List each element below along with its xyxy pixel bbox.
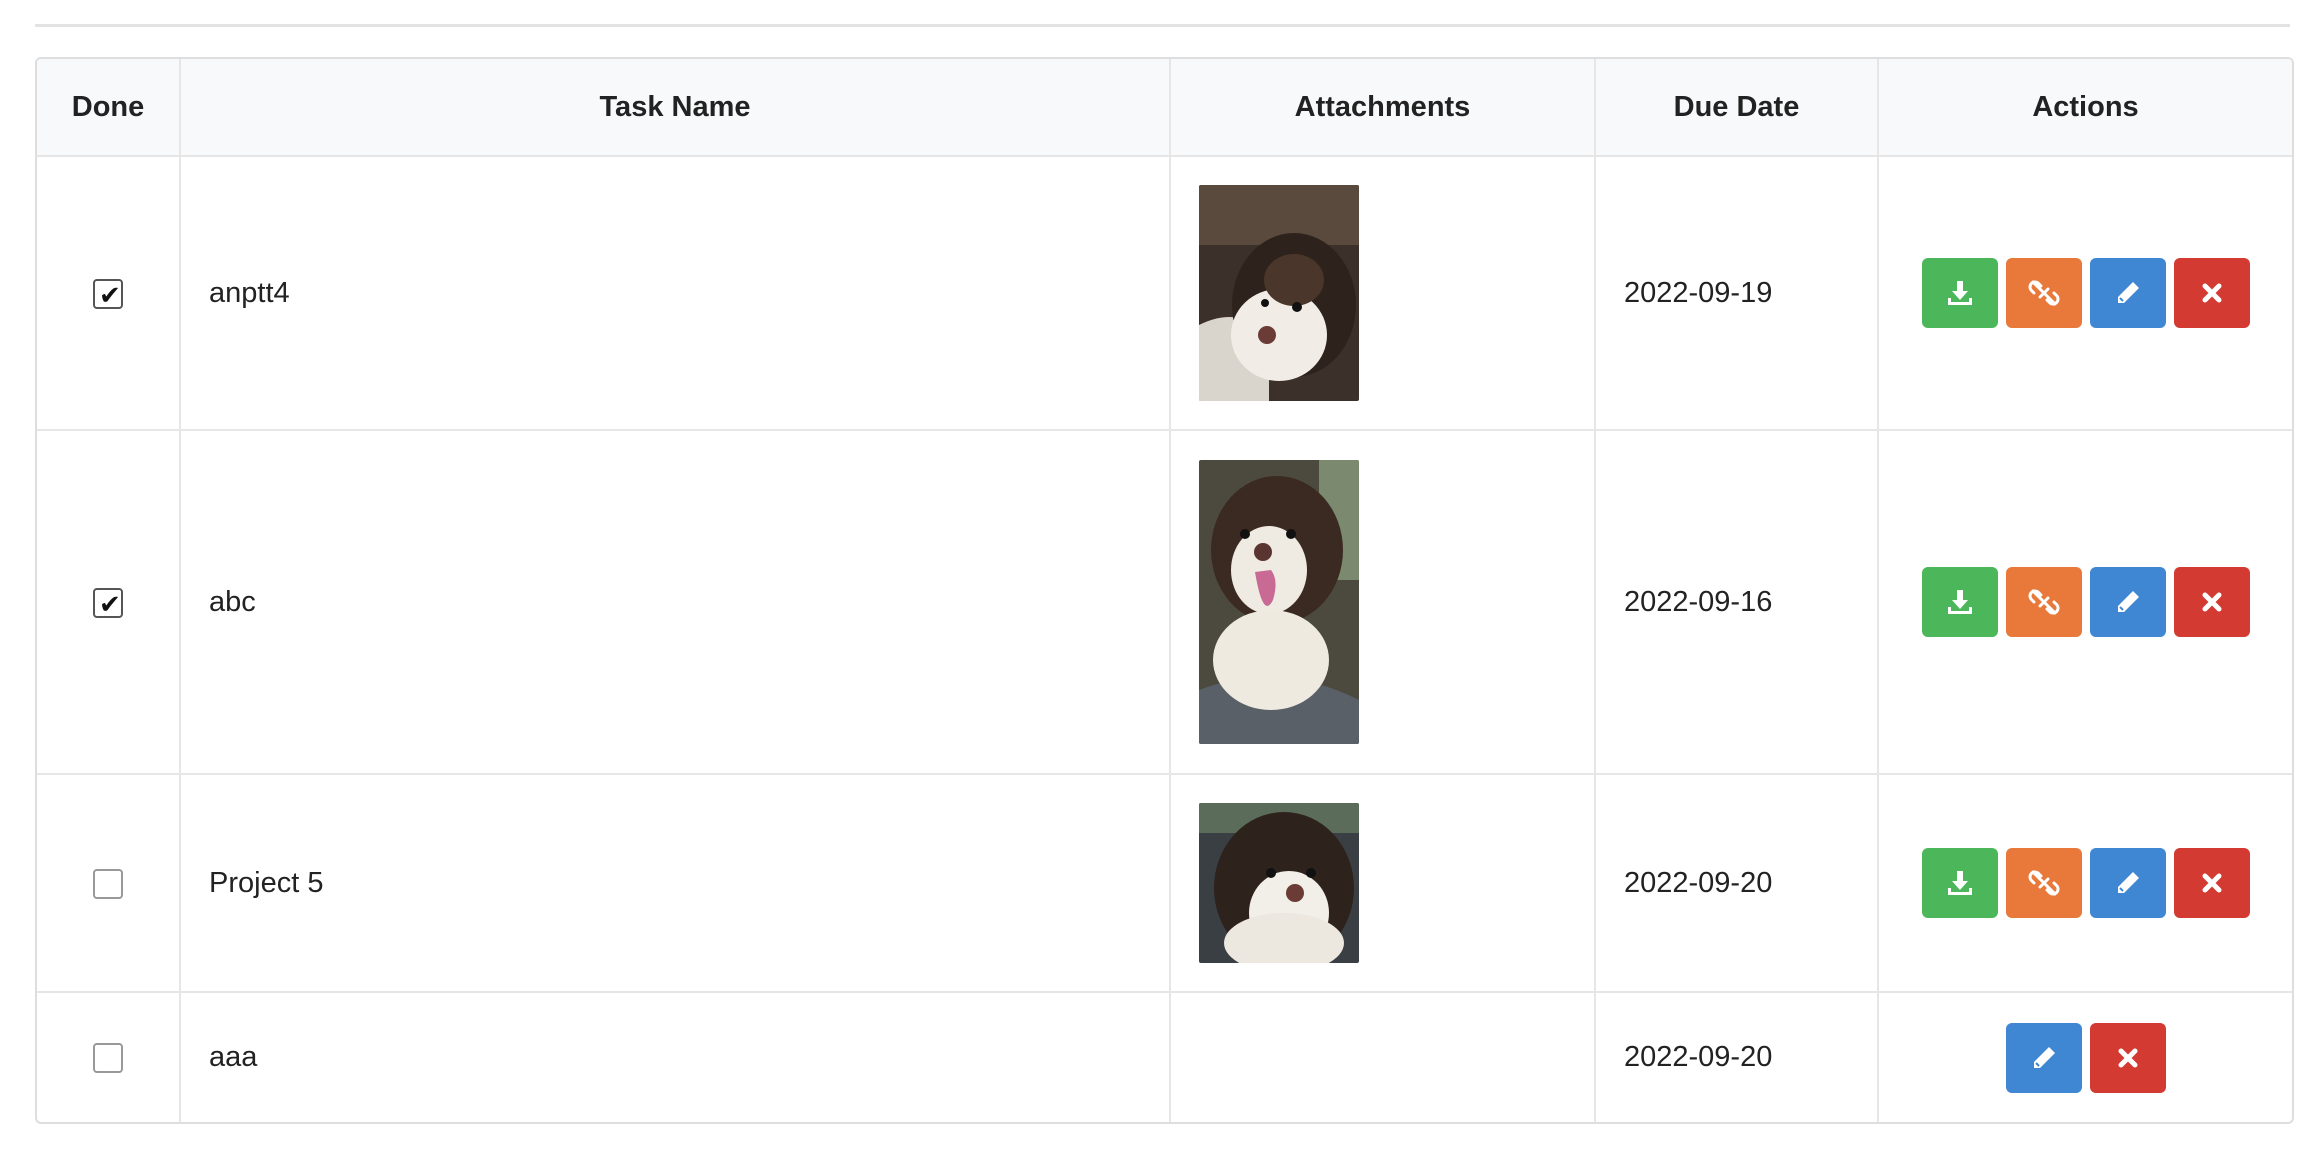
- check-icon: ✔: [99, 279, 121, 310]
- check-icon: ✔: [99, 588, 121, 619]
- download-button[interactable]: [1921, 848, 1998, 918]
- table-row: ✔ abc 2022-09-16: [37, 430, 2292, 775]
- unlink-button[interactable]: [2005, 258, 2082, 328]
- delete-button[interactable]: [2173, 258, 2250, 328]
- pencil-icon: [2117, 872, 2139, 893]
- tasks-table: Done Task Name Attachments Due Date Acti…: [35, 57, 2294, 1124]
- attachment-thumbnail[interactable]: [1199, 460, 1359, 744]
- done-checkbox[interactable]: [93, 868, 123, 899]
- task-name: abc: [180, 430, 1171, 775]
- delete-button[interactable]: [2173, 567, 2250, 637]
- download-icon: [1947, 281, 1972, 305]
- close-icon: [2202, 283, 2221, 303]
- table-header-row: Done Task Name Attachments Due Date Acti…: [37, 59, 2292, 157]
- header-due-date: Due Date: [1595, 59, 1879, 157]
- unlink-button[interactable]: [2005, 848, 2082, 918]
- due-date: 2022-09-20: [1595, 774, 1879, 993]
- close-icon: [2118, 1048, 2137, 1067]
- done-checkbox[interactable]: ✔: [93, 587, 123, 619]
- edit-button[interactable]: [2089, 258, 2166, 328]
- unlink-icon: [2028, 589, 2059, 615]
- download-icon: [1947, 590, 1972, 614]
- row-actions: [1921, 258, 2250, 328]
- done-checkbox[interactable]: [93, 1043, 123, 1074]
- table-row: Project 5 2022-09-20: [37, 774, 2292, 993]
- download-button[interactable]: [1921, 258, 1998, 328]
- due-date: 2022-09-20: [1595, 992, 1879, 1122]
- close-icon: [2202, 592, 2221, 612]
- edit-button[interactable]: [2089, 848, 2166, 918]
- task-name: aaa: [180, 992, 1171, 1122]
- pencil-icon: [2033, 1046, 2055, 1068]
- due-date: 2022-09-19: [1595, 156, 1879, 431]
- unlink-icon: [2028, 280, 2059, 306]
- due-date: 2022-09-16: [1595, 430, 1879, 775]
- pencil-icon: [2117, 591, 2139, 612]
- task-name: anptt4: [180, 156, 1171, 431]
- header-task-name: Task Name: [180, 59, 1171, 157]
- table-row: aaa 2022-09-20: [37, 992, 2292, 1122]
- done-checkbox[interactable]: ✔: [93, 278, 123, 310]
- download-icon: [1947, 871, 1972, 895]
- header-actions: Actions: [1878, 59, 2292, 157]
- unlink-button[interactable]: [2005, 567, 2082, 637]
- unlink-icon: [2028, 870, 2059, 896]
- download-button[interactable]: [1921, 567, 1998, 637]
- table-row: ✔ anptt4 2022-09-19: [37, 156, 2292, 431]
- row-actions: [2005, 1022, 2166, 1093]
- edit-button[interactable]: [2089, 567, 2166, 637]
- row-actions: [1921, 567, 2250, 637]
- header-done: Done: [37, 59, 181, 157]
- delete-button[interactable]: [2089, 1022, 2166, 1093]
- attachment-thumbnail[interactable]: [1199, 185, 1359, 401]
- top-divider: [35, 24, 2290, 27]
- delete-button[interactable]: [2173, 848, 2250, 918]
- header-attachments: Attachments: [1170, 59, 1596, 157]
- task-name: Project 5: [180, 774, 1171, 993]
- close-icon: [2202, 873, 2221, 893]
- attachment-thumbnail[interactable]: [1199, 803, 1359, 963]
- attachment-empty: [1170, 992, 1596, 1122]
- pencil-icon: [2117, 282, 2139, 303]
- edit-button[interactable]: [2005, 1022, 2082, 1093]
- row-actions: [1921, 848, 2250, 918]
